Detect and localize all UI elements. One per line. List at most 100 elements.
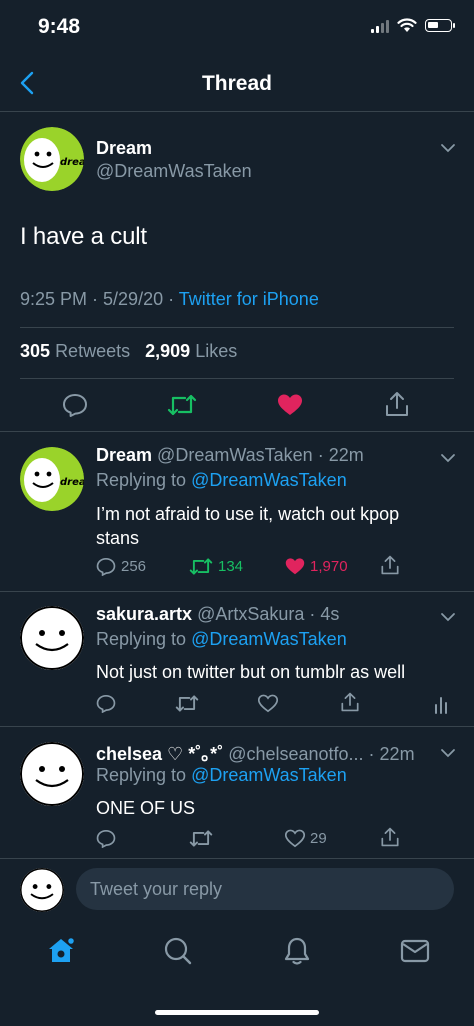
reply-icon — [63, 394, 87, 417]
tweet-source-link[interactable]: Twitter for iPhone — [179, 289, 319, 309]
share-icon — [381, 555, 399, 575]
heart-filled-icon — [278, 394, 302, 415]
reply-reply-button[interactable] — [96, 694, 116, 713]
like-count: 1,970 — [310, 558, 348, 575]
smiley-mask-icon — [20, 868, 64, 912]
reply-button[interactable] — [60, 391, 90, 419]
reply-handle-time[interactable]: @ArtxSakura · 4s — [197, 604, 339, 624]
like-count: 29 — [310, 830, 327, 847]
avatar-dream[interactable]: dream — [20, 127, 84, 191]
reply-reply-button[interactable] — [96, 829, 116, 848]
messages-icon — [400, 939, 430, 963]
reply-share-button[interactable] — [380, 555, 400, 575]
retweet-icon — [167, 394, 197, 416]
replying-to-prefix: Replying to — [96, 765, 192, 785]
replying-to-prefix: Replying to — [96, 470, 192, 490]
tab-home[interactable] — [45, 934, 77, 966]
reply-author-name[interactable]: chelsea ♡ *˚｡*˚ — [96, 744, 223, 764]
reply-menu-button[interactable] — [440, 450, 456, 468]
reply-share-button[interactable] — [340, 692, 360, 712]
author-name[interactable]: Dream — [96, 138, 152, 159]
likes-label[interactable]: Likes — [195, 341, 237, 361]
reply-share-button[interactable] — [380, 827, 400, 847]
tab-search[interactable] — [163, 936, 193, 966]
reply-text: I’m not afraid to use it, watch out kpop… — [96, 504, 400, 548]
share-icon — [341, 692, 359, 712]
home-icon — [49, 936, 76, 962]
header-divider — [0, 111, 474, 112]
retweet-icon — [189, 830, 213, 847]
stats-divider — [20, 378, 454, 379]
status-time: 9:48 — [38, 15, 81, 38]
replying-to-link[interactable]: @DreamWasTaken — [191, 629, 347, 649]
smiley-mask-icon — [20, 742, 84, 806]
heart-icon — [285, 829, 305, 848]
chevron-down-icon — [441, 749, 455, 758]
reply-like-button[interactable]: 1,970 — [285, 557, 348, 576]
author-handle[interactable]: @DreamWasTaken — [96, 161, 252, 182]
tweet-text: I have a cult — [20, 223, 147, 250]
heart-icon — [258, 694, 278, 713]
reply-retweet-button[interactable] — [189, 829, 213, 848]
avatar-dream[interactable]: dream — [20, 447, 84, 511]
smiley-mask-icon — [20, 606, 84, 670]
reply-retweet-button[interactable] — [175, 694, 199, 713]
tweet-menu-button[interactable] — [440, 140, 456, 158]
dream-mask-icon: dream — [20, 127, 84, 191]
tab-notifications[interactable] — [283, 936, 311, 966]
avatar-chelsea[interactable] — [20, 742, 84, 806]
notifications-icon — [284, 937, 310, 965]
svg-text:dream: dream — [60, 157, 84, 168]
reply-text: ONE OF US — [96, 798, 196, 818]
tweet-analytics-button[interactable] — [434, 694, 448, 714]
home-indicator[interactable] — [155, 1010, 319, 1015]
heart-filled-icon — [285, 558, 305, 575]
tab-messages[interactable] — [400, 938, 430, 964]
reply-like-button[interactable]: 29 — [285, 829, 327, 848]
compose-divider — [0, 858, 474, 859]
retweet-icon — [189, 558, 213, 575]
reply-author-name[interactable]: Dream — [96, 445, 152, 465]
likes-count[interactable]: 2,909 — [145, 341, 190, 361]
status-icons — [371, 18, 455, 33]
retweets-label[interactable]: Retweets — [55, 341, 130, 361]
my-avatar[interactable] — [20, 868, 64, 912]
analytics-icon — [435, 697, 447, 714]
meta-divider — [20, 327, 454, 328]
reply-icon — [96, 829, 116, 848]
tweet-stats: 305 Retweets 2,909 Likes — [20, 341, 237, 362]
main-tweet-divider — [0, 431, 474, 432]
chevron-down-icon — [441, 144, 455, 153]
dream-mask-icon: dream — [20, 447, 84, 511]
search-icon — [164, 937, 192, 965]
share-button[interactable] — [382, 389, 412, 419]
svg-text:dream: dream — [60, 477, 84, 488]
reply-header: sakura.artx @ArtxSakura · 4s — [96, 604, 339, 625]
replying-to-link[interactable]: @DreamWasTaken — [191, 470, 347, 490]
replying-to-link[interactable]: @DreamWasTaken — [191, 765, 347, 785]
reply-author-name[interactable]: sakura.artx — [96, 604, 192, 624]
reply-like-button[interactable] — [258, 694, 278, 713]
reply-retweet-button[interactable]: 134 — [189, 557, 243, 576]
reply-menu-button[interactable] — [440, 745, 456, 763]
reply-header: chelsea ♡ *˚｡*˚ @chelseanotfo... · 22m — [96, 740, 415, 766]
retweet-icon — [175, 695, 199, 712]
tweet-meta: 9:25 PM · 5/29/20 · Twitter for iPhone — [20, 289, 319, 310]
battery-icon — [425, 19, 455, 32]
reply-handle-time[interactable]: @DreamWasTaken · 22m — [157, 445, 364, 465]
page-title: Thread — [201, 72, 272, 95]
retweet-button[interactable] — [165, 391, 199, 419]
reply-menu-button[interactable] — [440, 609, 456, 627]
chevron-down-icon — [441, 613, 455, 622]
tweet-timestamp: 9:25 PM · 5/29/20 · — [20, 289, 179, 309]
avatar-sakura[interactable] — [20, 606, 84, 670]
reply-reply-button[interactable]: 256 — [96, 557, 146, 576]
reply-icon — [96, 557, 116, 576]
reply-header: Dream @DreamWasTaken · 22m — [96, 445, 364, 466]
chevron-down-icon — [441, 454, 455, 463]
like-button[interactable] — [275, 391, 305, 419]
reply-handle-time[interactable]: @chelseanotfo... · 22m — [228, 744, 414, 764]
retweets-count[interactable]: 305 — [20, 341, 50, 361]
replying-to: Replying to @DreamWasTaken — [96, 470, 347, 491]
reply-input-placeholder[interactable]: Tweet your reply — [90, 879, 222, 900]
